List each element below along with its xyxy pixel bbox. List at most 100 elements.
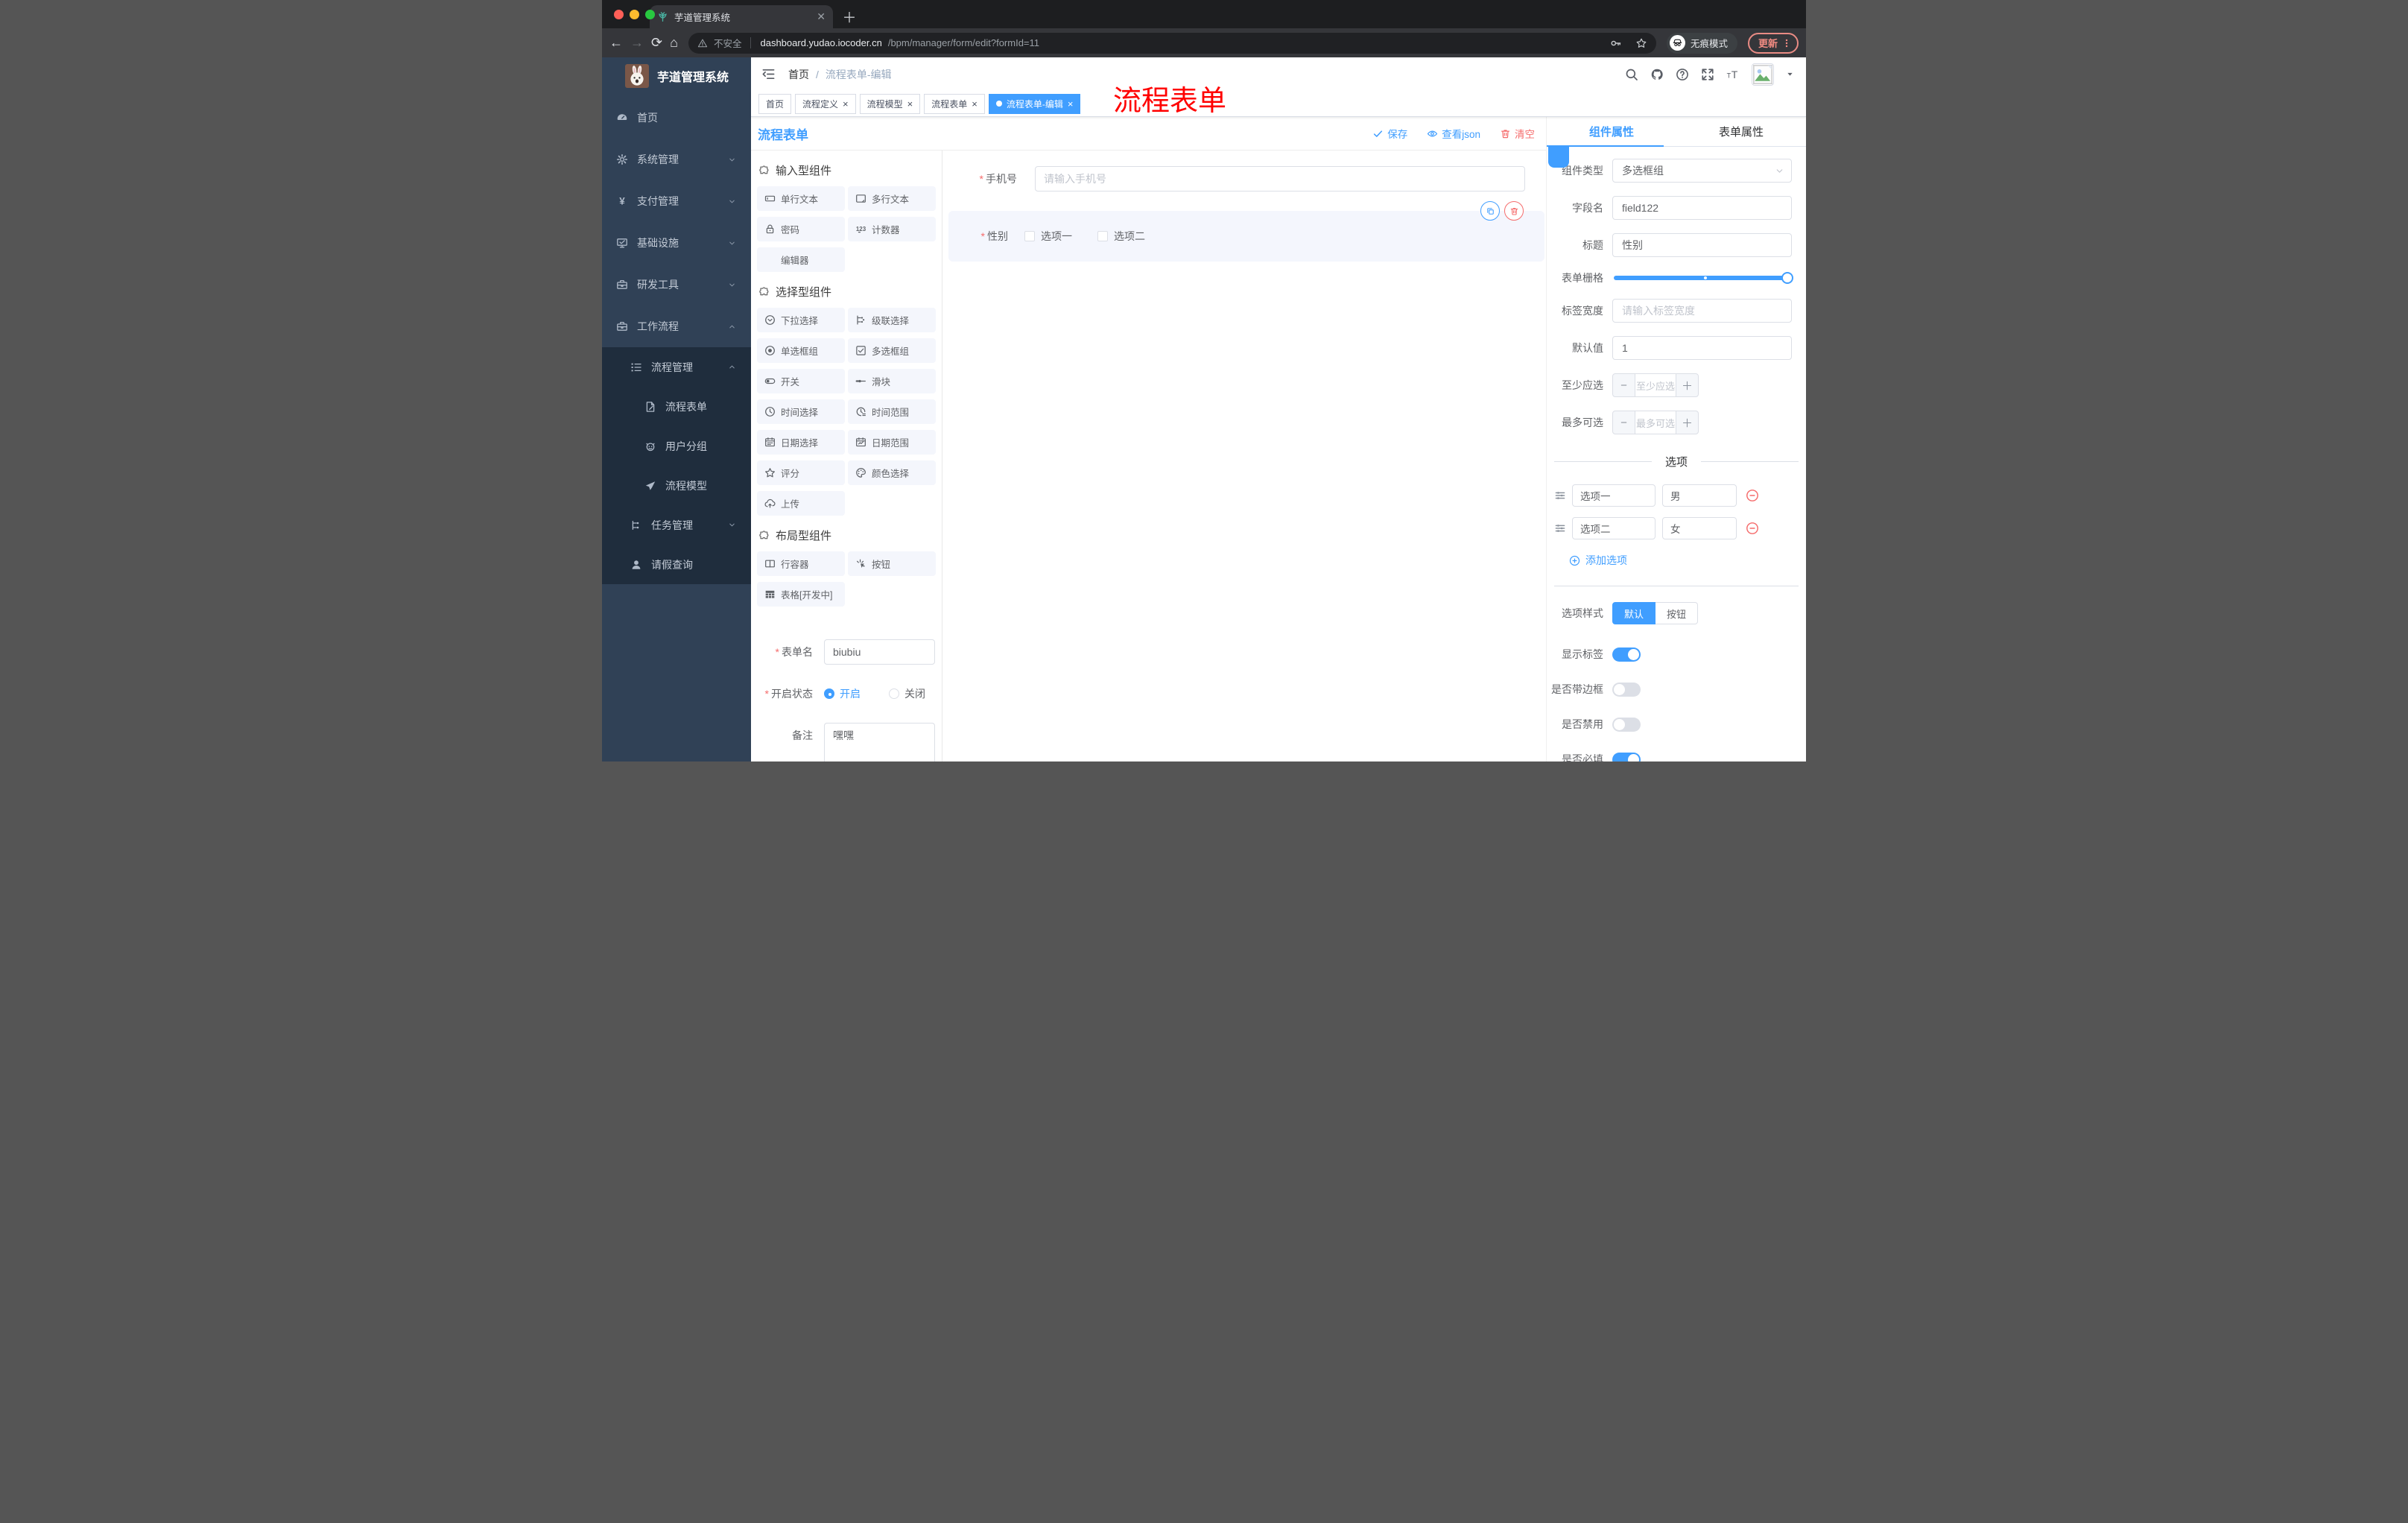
palette-component-chip[interactable]: 评分: [757, 460, 845, 485]
slider-thumb[interactable]: [1781, 272, 1793, 284]
new-tab-button[interactable]: ＋: [839, 6, 860, 27]
palette-component-chip[interactable]: 级联选择: [848, 308, 936, 332]
tab-component-props[interactable]: 组件属性: [1547, 117, 1676, 146]
toggle-switch[interactable]: [1612, 647, 1641, 662]
github-icon[interactable]: [1650, 68, 1664, 81]
remove-option-icon[interactable]: [1746, 522, 1759, 535]
form-name-input[interactable]: [824, 639, 935, 665]
sidebar-menu-item[interactable]: 工作流程: [602, 305, 751, 347]
tag-view-item[interactable]: 流程表单-编辑 ×: [988, 93, 1081, 114]
close-window-button[interactable]: [614, 10, 624, 19]
security-label[interactable]: 不安全: [714, 36, 742, 50]
sidebar-menu-item[interactable]: 基础设施: [602, 222, 751, 264]
tag-close-icon[interactable]: ×: [972, 99, 978, 109]
sidebar-collapse-icon[interactable]: [761, 67, 776, 81]
sidebar-menu-item[interactable]: 系统管理: [602, 139, 751, 180]
gender-option2-label[interactable]: 选项二: [1114, 229, 1145, 244]
palette-component-chip[interactable]: 滑块: [848, 369, 936, 393]
gender-option1-checkbox[interactable]: [1024, 231, 1035, 241]
delete-component-button[interactable]: [1504, 201, 1524, 221]
sidebar-menu-item[interactable]: 流程管理: [602, 347, 751, 387]
tab-close-icon[interactable]: ✕: [817, 10, 826, 23]
style-button-button[interactable]: 按钮: [1656, 602, 1699, 624]
bookmark-star-icon[interactable]: [1635, 37, 1647, 49]
palette-component-chip[interactable]: 123 计数器: [848, 217, 936, 241]
option-value-input[interactable]: [1662, 517, 1737, 539]
link-icon[interactable]: [1548, 147, 1569, 168]
sidebar-menu-item[interactable]: ¥ 支付管理: [602, 180, 751, 222]
browser-update-button[interactable]: 更新: [1747, 32, 1799, 54]
sidebar-logo[interactable]: 芋道管理系统: [602, 57, 751, 88]
tag-view-item[interactable]: 流程定义 ×: [795, 93, 856, 114]
title-input[interactable]: [1612, 233, 1792, 257]
browser-menu-kebab-icon[interactable]: [1781, 38, 1792, 48]
toggle-switch[interactable]: [1612, 752, 1641, 762]
forward-icon[interactable]: →: [630, 35, 644, 51]
help-icon[interactable]: [1676, 68, 1689, 81]
tag-view-item[interactable]: 首页: [758, 93, 792, 114]
avatar-caret-down-icon[interactable]: [1786, 70, 1794, 78]
breadcrumb-home[interactable]: 首页: [788, 67, 809, 82]
sidebar-menu-item[interactable]: 任务管理: [602, 505, 751, 545]
status-off-radio[interactable]: [889, 688, 899, 699]
remark-textarea[interactable]: 嘿嘿: [824, 723, 935, 762]
browser-tab[interactable]: 芋道管理系统 ✕: [650, 5, 833, 28]
plus-icon[interactable]: ＋: [1676, 411, 1698, 434]
url-host[interactable]: dashboard.yudao.iocoder.cn: [760, 37, 881, 48]
canvas-phone-field[interactable]: * 手机号: [942, 166, 1546, 191]
sidebar-menu-item[interactable]: 研发工具: [602, 264, 751, 305]
default-value-input[interactable]: [1612, 336, 1792, 360]
avatar[interactable]: [1752, 63, 1774, 86]
font-size-icon[interactable]: TT: [1726, 68, 1740, 81]
palette-component-chip[interactable]: 颜色选择: [848, 460, 936, 485]
palette-component-chip[interactable]: 时间选择: [757, 399, 845, 424]
add-option-button[interactable]: 添加选项: [1569, 553, 1806, 568]
sidebar-menu-item[interactable]: 请假查询: [602, 545, 751, 584]
address-bar[interactable]: 不安全 dashboard.yudao.iocoder.cn/bpm/manag…: [688, 32, 1656, 54]
component-type-select[interactable]: 多选框组: [1612, 159, 1792, 183]
palette-component-chip[interactable]: 开关: [757, 369, 845, 393]
palette-component-chip[interactable]: 下拉选择: [757, 308, 845, 332]
form-grid-slider[interactable]: [1614, 272, 1793, 284]
palette-component-chip[interactable]: 密码: [757, 217, 845, 241]
minimize-window-button[interactable]: [630, 10, 639, 19]
tab-form-props[interactable]: 表单属性: [1676, 117, 1806, 146]
max-select-stepper-input[interactable]: 最多可选: [1635, 411, 1676, 434]
sidebar-menu-item[interactable]: 流程模型: [602, 466, 751, 505]
palette-component-chip[interactable]: 日期范围: [848, 430, 936, 455]
style-default-button[interactable]: 默认: [1612, 602, 1656, 624]
palette-component-chip[interactable]: 单选框组: [757, 338, 845, 363]
option-name-input[interactable]: [1572, 517, 1656, 539]
palette-component-chip[interactable]: 表格[开发中]: [757, 582, 845, 607]
option-name-input[interactable]: [1572, 484, 1656, 507]
reload-icon[interactable]: ⟳: [651, 35, 662, 51]
clear-button[interactable]: 清空: [1500, 126, 1535, 141]
palette-component-chip[interactable]: 按钮: [848, 551, 936, 576]
back-icon[interactable]: ←: [609, 35, 623, 51]
sidebar-menu-item[interactable]: 流程表单: [602, 387, 751, 426]
zoom-window-button[interactable]: [645, 10, 655, 19]
toggle-switch[interactable]: [1612, 682, 1641, 697]
gender-option1-label[interactable]: 选项一: [1041, 229, 1072, 244]
palette-component-chip[interactable]: 多行文本: [848, 186, 936, 211]
palette-component-chip[interactable]: 行容器: [757, 551, 845, 576]
sidebar-menu-item[interactable]: 用户分组: [602, 426, 751, 466]
tag-close-icon[interactable]: ×: [907, 99, 913, 109]
remove-option-icon[interactable]: [1746, 489, 1759, 502]
min-select-stepper-input[interactable]: 至少应选: [1635, 374, 1676, 396]
duplicate-component-button[interactable]: [1480, 201, 1500, 221]
field-name-input[interactable]: [1612, 196, 1792, 220]
palette-component-chip[interactable]: 单行文本: [757, 186, 845, 211]
drag-handle-icon[interactable]: [1554, 490, 1566, 501]
palette-component-chip[interactable]: 上传: [757, 491, 845, 516]
tag-view-item[interactable]: 流程模型 ×: [859, 93, 921, 114]
option-value-input[interactable]: [1662, 484, 1737, 507]
palette-component-chip[interactable]: 多选框组: [848, 338, 936, 363]
canvas-gender-field-selected[interactable]: * 性别 选项一 选项二: [948, 201, 1544, 262]
tag-close-icon[interactable]: ×: [1068, 99, 1074, 109]
search-icon[interactable]: [1625, 68, 1638, 81]
gender-option2-checkbox[interactable]: [1097, 231, 1108, 241]
fullscreen-icon[interactable]: [1701, 68, 1714, 81]
url-path[interactable]: /bpm/manager/form/edit?formId=11: [888, 37, 1039, 48]
status-on-radio[interactable]: [824, 688, 834, 699]
